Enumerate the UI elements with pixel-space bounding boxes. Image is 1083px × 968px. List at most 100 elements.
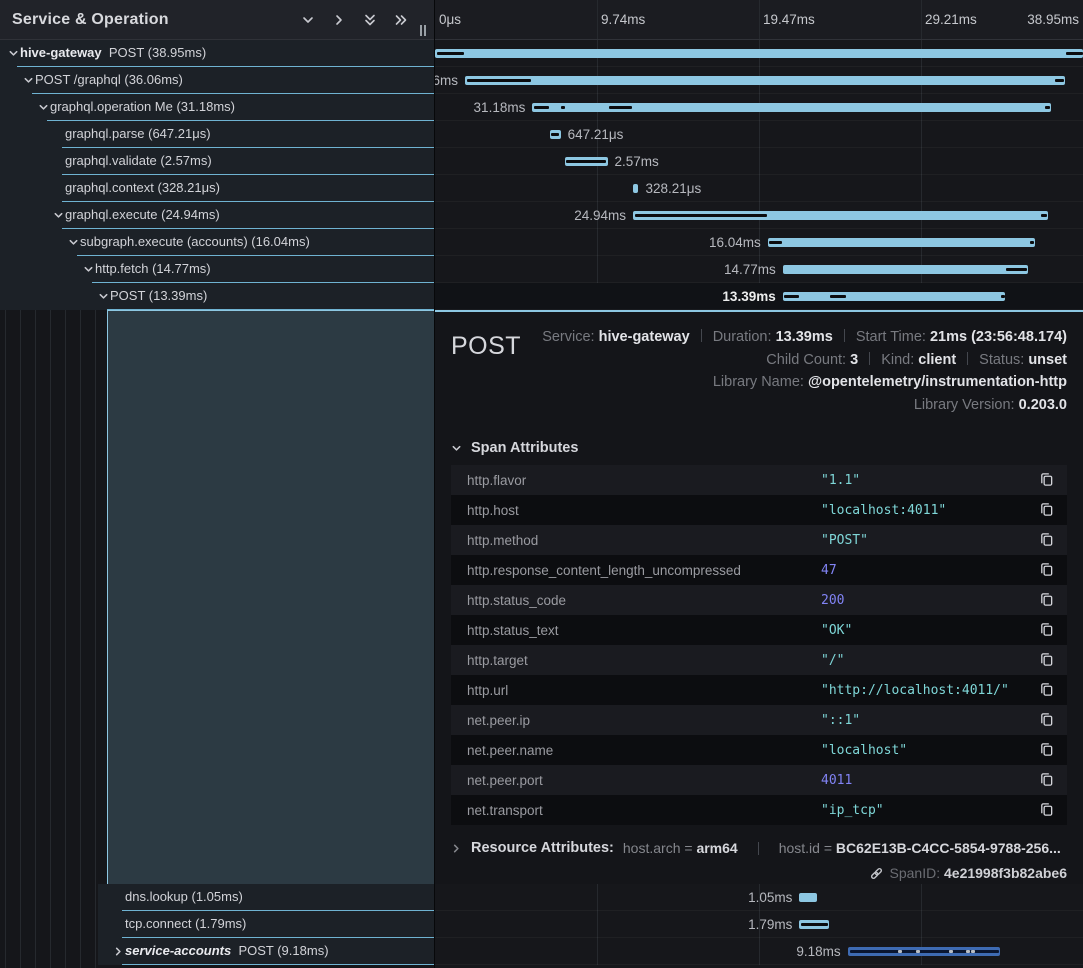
span-tree-row[interactable]: POST (13.39ms) bbox=[0, 283, 434, 310]
child-span-dot bbox=[949, 950, 953, 953]
timeline-row[interactable]: 16.04ms bbox=[435, 229, 1083, 256]
span-detail-title: POST bbox=[451, 324, 521, 416]
timeline-row[interactable]: 31.18ms bbox=[435, 94, 1083, 121]
span-duration-label: 1.05ms bbox=[748, 884, 792, 911]
span-tree-row[interactable]: service-accounts POST (9.18ms) bbox=[98, 938, 434, 965]
attribute-value: "::1" bbox=[821, 713, 860, 728]
span-bar[interactable] bbox=[465, 76, 1065, 85]
self-time-mark bbox=[1066, 52, 1083, 55]
span-bar[interactable] bbox=[435, 49, 1083, 58]
span-bar[interactable] bbox=[633, 184, 638, 193]
span-tree-row[interactable]: graphql.operation Me (31.18ms) bbox=[0, 94, 434, 121]
self-time-mark bbox=[534, 106, 549, 109]
timeline-row[interactable]: 1.79ms bbox=[435, 911, 1083, 938]
attribute-value: "/" bbox=[821, 653, 844, 668]
copy-icon[interactable] bbox=[1039, 562, 1055, 578]
copy-icon[interactable] bbox=[1039, 472, 1055, 488]
chevron-right-icon[interactable] bbox=[113, 946, 124, 957]
chevron-down-icon[interactable] bbox=[8, 48, 19, 59]
collapse-all-icon[interactable] bbox=[363, 13, 377, 27]
resource-attribute: host.arch = arm64 bbox=[623, 840, 738, 856]
attribute-value: 47 bbox=[821, 563, 837, 578]
timeline-row[interactable]: 647.21μs bbox=[435, 121, 1083, 148]
chevron-down-icon[interactable] bbox=[23, 75, 34, 86]
panel-resize-handle[interactable] bbox=[420, 25, 430, 36]
self-time-mark bbox=[1006, 268, 1027, 271]
span-bar[interactable] bbox=[783, 292, 1006, 301]
span-meta-value: @opentelemetry/instrumentation-http bbox=[808, 374, 1067, 390]
span-tree-row[interactable]: graphql.execute (24.94ms) bbox=[0, 202, 434, 229]
span-tree-row[interactable]: graphql.parse (647.21μs) bbox=[0, 121, 434, 148]
timeline-gridline bbox=[597, 0, 598, 40]
span-tree-row[interactable]: dns.lookup (1.05ms) bbox=[98, 884, 434, 911]
timeline-panel: 0μs9.74ms19.47ms29.21ms38.95ms 38.95ms36… bbox=[435, 0, 1083, 968]
collapse-one-icon[interactable] bbox=[301, 13, 315, 27]
timeline-row[interactable]: 24.94ms bbox=[435, 202, 1083, 229]
copy-icon[interactable] bbox=[1039, 502, 1055, 518]
copy-icon[interactable] bbox=[1039, 592, 1055, 608]
copy-icon[interactable] bbox=[1039, 682, 1055, 698]
self-time-mark bbox=[561, 106, 564, 109]
chevron-down-icon[interactable] bbox=[98, 291, 109, 302]
span-bar[interactable] bbox=[783, 265, 1029, 274]
attribute-row: http.url"http://localhost:4011/" bbox=[451, 675, 1067, 705]
span-attributes-toggle[interactable]: Span Attributes bbox=[451, 440, 1067, 456]
self-time-mark bbox=[830, 295, 846, 298]
self-time-mark bbox=[566, 160, 606, 163]
span-tree-row[interactable]: subgraph.execute (accounts) (16.04ms) bbox=[0, 229, 434, 256]
attribute-row: net.transport"ip_tcp" bbox=[451, 795, 1067, 825]
span-tree-row[interactable]: tcp.connect (1.79ms) bbox=[98, 911, 434, 938]
timeline-row[interactable]: 13.39ms bbox=[435, 283, 1083, 310]
link-icon[interactable] bbox=[869, 866, 884, 881]
self-time-mark bbox=[635, 214, 767, 217]
copy-icon[interactable] bbox=[1039, 652, 1055, 668]
span-tree-row-label: dns.lookup (1.05ms) bbox=[125, 884, 243, 911]
resource-attribute: host.id = BC62E13B-C4CC-5854-9788-256... bbox=[779, 840, 1061, 856]
attribute-key: http.host bbox=[451, 503, 821, 518]
span-meta-value: hive-gateway bbox=[599, 329, 690, 345]
span-tree-row[interactable]: hive-gateway POST (38.95ms) bbox=[0, 40, 434, 67]
resource-attributes-row[interactable]: Resource Attributes:host.arch = arm64hos… bbox=[451, 840, 1067, 856]
expand-one-icon[interactable] bbox=[332, 13, 346, 27]
chevron-down-icon[interactable] bbox=[68, 237, 79, 248]
attribute-key: net.peer.ip bbox=[451, 713, 821, 728]
timeline-row[interactable]: 2.57ms bbox=[435, 148, 1083, 175]
copy-icon[interactable] bbox=[1039, 742, 1055, 758]
span-tree-row[interactable]: POST /graphql (36.06ms) bbox=[0, 67, 434, 94]
span-bar[interactable] bbox=[799, 893, 816, 902]
row-underline bbox=[122, 964, 434, 965]
self-time-mark bbox=[784, 295, 798, 298]
timeline-row[interactable]: 14.77ms bbox=[435, 256, 1083, 283]
attribute-value: 4011 bbox=[821, 773, 852, 788]
span-duration-label: 36.06ms bbox=[435, 67, 458, 94]
span-tree-row-label: graphql.context (328.21μs) bbox=[65, 175, 220, 202]
copy-icon[interactable] bbox=[1039, 802, 1055, 818]
timeline-row[interactable]: 328.21μs bbox=[435, 175, 1083, 202]
panel-divider[interactable] bbox=[434, 0, 435, 968]
copy-icon[interactable] bbox=[1039, 772, 1055, 788]
attribute-row: http.flavor"1.1" bbox=[451, 465, 1067, 495]
span-id-value: 4e21998f3b82abe6 bbox=[944, 865, 1067, 881]
timeline-row[interactable]: 36.06ms bbox=[435, 67, 1083, 94]
copy-icon[interactable] bbox=[1039, 622, 1055, 638]
attribute-key: http.target bbox=[451, 653, 821, 668]
span-tree-row[interactable]: graphql.validate (2.57ms) bbox=[0, 148, 434, 175]
expand-all-icon[interactable] bbox=[394, 13, 408, 27]
timeline-row[interactable]: 9.18ms bbox=[435, 938, 1083, 965]
self-time-mark bbox=[1041, 214, 1046, 217]
copy-icon[interactable] bbox=[1039, 712, 1055, 728]
chevron-down-icon[interactable] bbox=[83, 264, 94, 275]
span-duration-label: 9.18ms bbox=[796, 938, 840, 965]
timeline-row[interactable]: 1.05ms bbox=[435, 884, 1083, 911]
span-tree-row[interactable]: graphql.context (328.21μs) bbox=[0, 175, 434, 202]
timeline-row[interactable]: 38.95ms bbox=[435, 40, 1083, 67]
span-bar[interactable] bbox=[768, 238, 1035, 247]
self-time-mark bbox=[1030, 241, 1034, 244]
chevron-down-icon[interactable] bbox=[38, 102, 49, 113]
tree-header-icons bbox=[301, 0, 408, 40]
copy-icon[interactable] bbox=[1039, 532, 1055, 548]
span-meta-value: 21ms (23:56:48.174) bbox=[930, 329, 1067, 345]
chevron-down-icon[interactable] bbox=[53, 210, 64, 221]
span-tree-row[interactable]: http.fetch (14.77ms) bbox=[0, 256, 434, 283]
attribute-key: http.url bbox=[451, 683, 821, 698]
